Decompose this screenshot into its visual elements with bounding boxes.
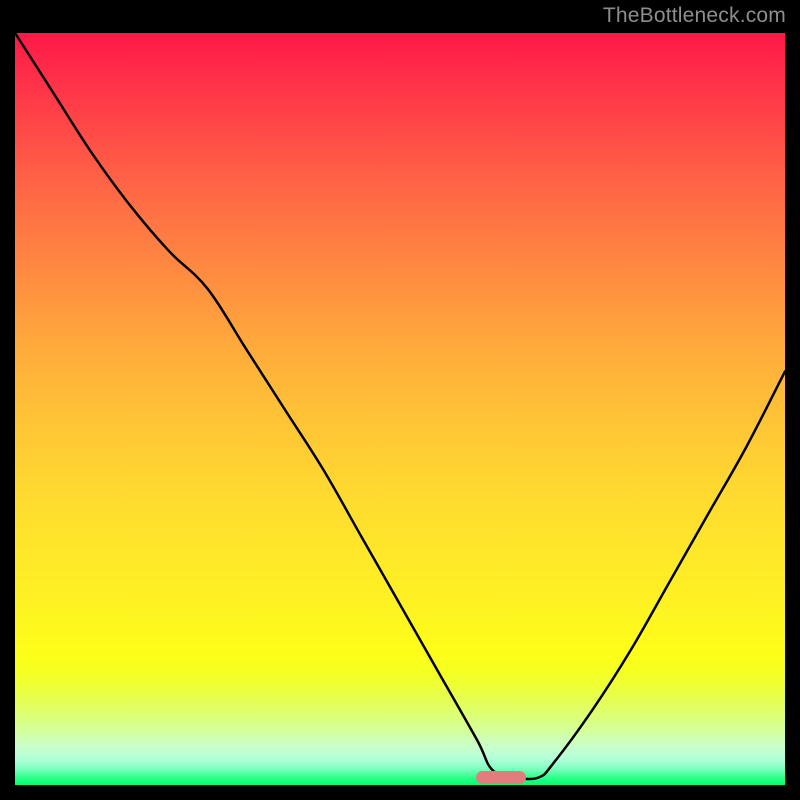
minimum-marker <box>476 771 526 784</box>
chart-plot-area <box>15 33 785 785</box>
bottleneck-curve <box>15 33 785 779</box>
watermark-text: TheBottleneck.com <box>603 4 786 28</box>
